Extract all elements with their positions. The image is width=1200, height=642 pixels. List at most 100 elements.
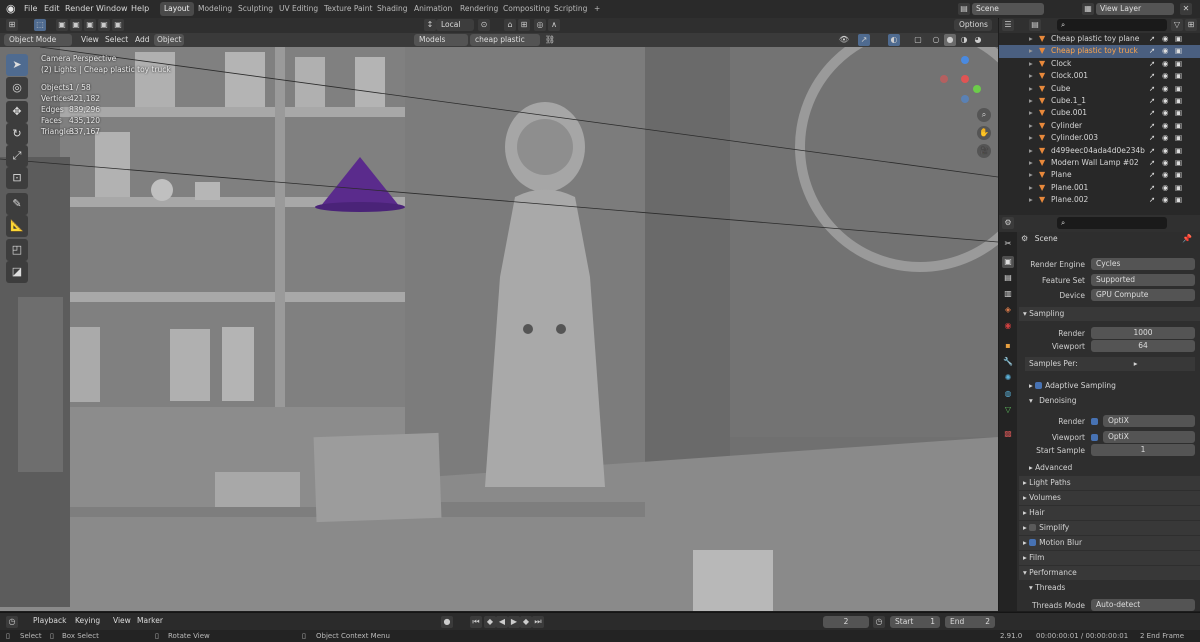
expand-arrow-icon[interactable]: ▸ [1029, 182, 1033, 194]
physics-tab-icon[interactable]: ◍ [1002, 388, 1014, 400]
overlay-icon[interactable]: ◐ [888, 34, 900, 46]
render-camera-icon[interactable]: ▣ [1175, 182, 1182, 194]
rendered-shading-icon[interactable]: ◕ [972, 34, 984, 46]
prev-key-icon[interactable]: ◆ [484, 616, 496, 628]
play-reverse-icon[interactable]: ◀ [496, 616, 508, 628]
eye-icon[interactable]: ◉ [1162, 182, 1169, 194]
eye-icon[interactable]: ◉ [1162, 194, 1169, 206]
feature-set-dropdown[interactable]: Supported [1091, 274, 1195, 286]
outliner-row[interactable]: ▸ ▼ Plane.001 ➚ ◉ ▣ [999, 182, 1200, 194]
render-engine-dropdown[interactable]: Cycles [1091, 258, 1195, 270]
pan-hand-icon[interactable]: ✋ [977, 126, 991, 140]
axis-gizmo[interactable] [935, 55, 990, 110]
denoise-render-dropdown[interactable]: OptiX [1103, 415, 1195, 427]
render-samples-field[interactable]: 1000 [1091, 327, 1195, 339]
display-mode-icon[interactable]: ▤ [1029, 19, 1041, 31]
select-toggle-icon[interactable]: ➚ [1149, 33, 1155, 45]
expand-arrow-icon[interactable]: ▸ [1029, 83, 1033, 95]
select-intersect-icon[interactable]: ▣ [112, 19, 124, 31]
scale-tool[interactable]: ⤢ [6, 145, 28, 167]
menu-view[interactable]: View [78, 34, 102, 46]
tab-layout[interactable]: Layout [160, 2, 194, 16]
scene-tab-icon[interactable]: ◈ [1002, 304, 1014, 316]
select-mode-icon[interactable]: ⬚ [34, 19, 46, 31]
render-camera-icon[interactable]: ▣ [1175, 107, 1182, 119]
rotate-tool[interactable]: ↻ [6, 123, 28, 145]
render-camera-icon[interactable]: ▣ [1175, 132, 1182, 144]
close-icon[interactable]: ✕ [1180, 3, 1192, 15]
motion-blur-checkbox[interactable] [1029, 539, 1037, 546]
render-camera-icon[interactable]: ▣ [1175, 45, 1182, 57]
render-camera-icon[interactable]: ▣ [1175, 83, 1182, 95]
menu-help[interactable]: Help [127, 0, 153, 18]
collection-dropdown[interactable]: Models [414, 34, 468, 46]
menu-add[interactable]: Add [132, 34, 153, 46]
simplify-section[interactable]: ▸ Simplify [1019, 521, 1200, 535]
add-object-tool[interactable]: ◪ [6, 261, 28, 283]
menu-timeline-view[interactable]: View [110, 615, 134, 627]
outliner-row[interactable]: ▸ ▼ Clock.001 ➚ ◉ ▣ [999, 70, 1200, 82]
select-toggle-icon[interactable]: ➚ [1149, 95, 1155, 107]
mode-dropdown[interactable]: Object Mode [4, 34, 72, 46]
preview-range-icon[interactable]: ◷ [873, 616, 885, 628]
eye-icon[interactable]: ◉ [1162, 58, 1169, 70]
render-camera-icon[interactable]: ▣ [1175, 169, 1182, 181]
device-dropdown[interactable]: GPU Compute [1091, 289, 1195, 301]
render-camera-icon[interactable]: ▣ [1175, 120, 1182, 132]
menu-keying[interactable]: Keying [72, 615, 103, 627]
film-section[interactable]: ▸ Film [1019, 551, 1200, 565]
transform-tool[interactable]: ⊡ [6, 167, 28, 189]
render-camera-icon[interactable]: ▣ [1175, 194, 1182, 206]
tab-animation[interactable]: Animation [410, 2, 456, 16]
end-frame-field[interactable]: End 2 [945, 616, 995, 628]
object-tab-icon[interactable]: ▪ [1002, 340, 1014, 352]
gizmo-icon[interactable]: ↗ [858, 34, 870, 46]
constraints-tab-icon[interactable]: ▽ [1002, 404, 1014, 416]
outliner-row[interactable]: ▸ ▼ Cube ➚ ◉ ▣ [999, 83, 1200, 95]
select-toggle-icon[interactable]: ➚ [1149, 132, 1155, 144]
expand-arrow-icon[interactable]: ▸ [1029, 45, 1033, 57]
particles-tab-icon[interactable]: ✺ [1002, 372, 1014, 384]
outliner-row[interactable]: ▸ ▼ Plane ➚ ◉ ▣ [999, 169, 1200, 181]
play-icon[interactable]: ▶ [508, 616, 520, 628]
performance-section[interactable]: ▾ Performance [1019, 566, 1200, 580]
expand-arrow-icon[interactable]: ▸ [1029, 145, 1033, 157]
object-dropdown[interactable]: cheap plastic t... [470, 34, 540, 56]
threads-row[interactable]: ▾ Threads [1029, 581, 1065, 595]
adaptive-sampling-checkbox[interactable] [1035, 382, 1043, 389]
outliner-row[interactable]: ▸ ▼ Cylinder.003 ➚ ◉ ▣ [999, 132, 1200, 144]
next-key-icon[interactable]: ◆ [520, 616, 532, 628]
eye-icon[interactable]: ◉ [1162, 169, 1169, 181]
properties-search-input[interactable]: ⌕ [1057, 217, 1167, 229]
render-camera-icon[interactable]: ▣ [1175, 70, 1182, 82]
pivot-icon[interactable]: ⊙ [478, 19, 490, 31]
add-cube-tool[interactable]: ◰ [6, 239, 28, 261]
hair-section[interactable]: ▸ Hair [1019, 506, 1200, 520]
eye-icon[interactable]: ◉ [1162, 132, 1169, 144]
select-new-icon[interactable]: ▣ [56, 19, 68, 31]
tab-compositing[interactable]: Compositing [499, 2, 554, 16]
outliner-row[interactable]: ▸ ▼ Cheap plastic toy truck ➚ ◉ ▣ [999, 45, 1200, 58]
tab-texture-paint[interactable]: Texture Paint [320, 2, 376, 16]
properties-type-icon[interactable]: ⚙ [1002, 217, 1014, 229]
pin-icon[interactable]: 📌 [1182, 234, 1192, 243]
select-toggle-icon[interactable]: ➚ [1149, 45, 1155, 57]
menu-playback[interactable]: Playback [30, 615, 69, 627]
render-camera-icon[interactable]: ▣ [1175, 58, 1182, 70]
adaptive-sampling-row[interactable]: ▸ Adaptive Sampling [1029, 379, 1116, 393]
outliner-row[interactable]: ▸ ▼ Plane.002 ➚ ◉ ▣ [999, 194, 1200, 206]
menu-file[interactable]: File [20, 0, 41, 18]
start-sample-field[interactable]: 1 [1091, 444, 1195, 456]
render-tab-icon[interactable]: ▣ [1002, 256, 1014, 268]
tab-shading[interactable]: Shading [373, 2, 411, 16]
viewport-samples-field[interactable]: 64 [1091, 340, 1195, 352]
eye-icon[interactable]: ◉ [1162, 157, 1169, 169]
jump-start-icon[interactable]: ⏮ [470, 616, 482, 628]
view-layer-icon[interactable]: ▦ [1082, 3, 1094, 15]
options-dropdown[interactable]: Options [954, 19, 992, 31]
select-extend-icon[interactable]: ▣ [70, 19, 82, 31]
expand-arrow-icon[interactable]: ▸ [1029, 169, 1033, 181]
proportional-edit-icon[interactable]: ◎ [534, 19, 546, 31]
record-icon[interactable]: ● [441, 616, 453, 628]
expand-arrow-icon[interactable]: ▸ [1029, 157, 1033, 169]
